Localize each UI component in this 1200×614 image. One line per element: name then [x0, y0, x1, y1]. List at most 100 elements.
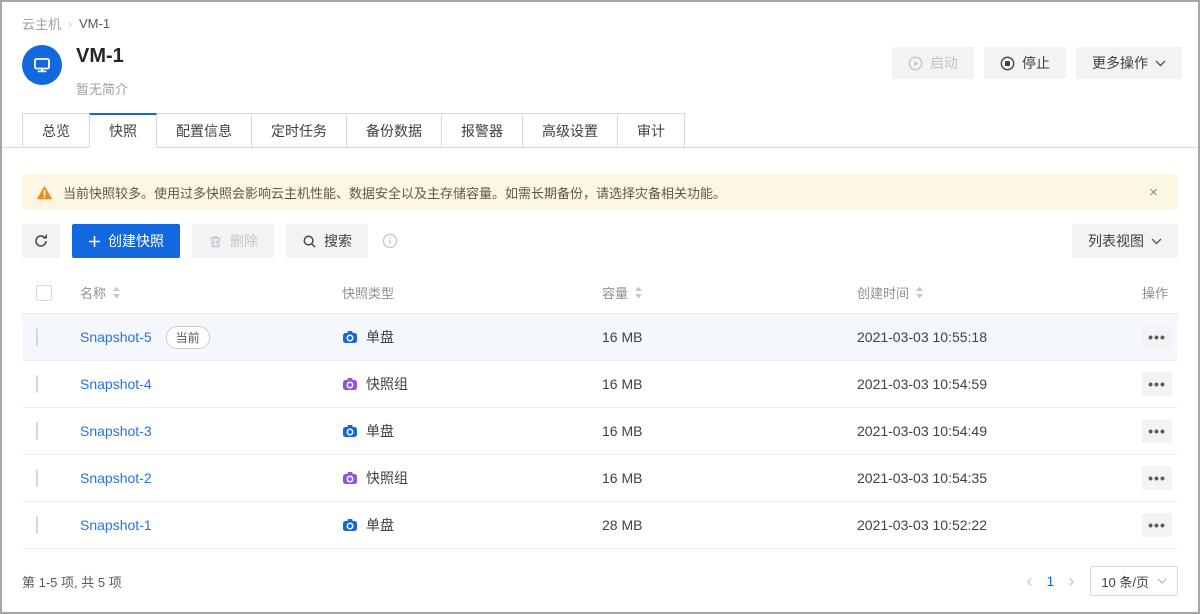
page-size-value: 10 条/页	[1101, 572, 1149, 591]
row-actions-menu-icon[interactable]: •••	[1142, 372, 1172, 396]
row-actions-menu-icon[interactable]: •••	[1142, 513, 1172, 537]
prev-page-icon[interactable]: ‹	[1027, 572, 1033, 590]
tab-alarms[interactable]: 报警器	[441, 113, 523, 148]
snapshot-size: 16 MB	[602, 329, 857, 345]
snapshot-link[interactable]: Snapshot-1	[80, 517, 152, 533]
sort-icon[interactable]	[112, 286, 121, 299]
row-checkbox-cell	[22, 470, 80, 486]
start-vm-label: 启动	[930, 53, 958, 73]
search-icon	[302, 234, 317, 249]
row-actions-cell: •••	[1142, 466, 1182, 490]
row-checkbox[interactable]	[36, 516, 38, 534]
breadcrumb-vm-list[interactable]: 云主机	[22, 14, 61, 33]
snapshot-created: 2021-03-03 10:54:49	[857, 423, 1142, 439]
page-size-select[interactable]: 10 条/页	[1090, 566, 1178, 596]
snapshot-type-label: 单盘	[366, 421, 394, 441]
tab-configuration[interactable]: 配置信息	[156, 113, 252, 148]
delete-snapshot-button[interactable]: 删除	[192, 224, 274, 258]
table-row: Snapshot-3 单盘 16 MB 2021-03-03 10:54:49 …	[22, 408, 1178, 455]
table-header-row: 名称 快照类型 容量 创建时间 操作	[22, 272, 1178, 314]
snapshot-type-label: 单盘	[366, 515, 394, 535]
table-row: Snapshot-5 当前 单盘 16 MB 2021-03-03 10:55:…	[22, 314, 1178, 361]
column-created[interactable]: 创建时间	[857, 283, 1142, 302]
sort-icon[interactable]	[634, 286, 643, 299]
row-checkbox[interactable]	[36, 375, 38, 393]
tab-audit[interactable]: 审计	[617, 113, 685, 148]
current-badge: 当前	[166, 326, 210, 349]
row-checkbox[interactable]	[36, 422, 38, 440]
row-checkbox-cell	[22, 329, 80, 345]
snapshot-toolbar: 创建快照 删除 搜索	[22, 224, 1178, 258]
info-icon[interactable]	[382, 233, 398, 249]
column-name[interactable]: 名称	[80, 283, 342, 302]
tab-snapshots-label: 快照	[109, 121, 137, 141]
tab-overview-label: 总览	[42, 121, 70, 141]
stop-vm-button[interactable]: 停止	[984, 47, 1066, 79]
refresh-button[interactable]	[22, 224, 60, 258]
snapshot-link[interactable]: Snapshot-3	[80, 423, 152, 439]
start-vm-button[interactable]: 启动	[892, 47, 974, 79]
camera-single-disk-icon	[342, 517, 358, 533]
header-actions: 启动 停止 更多操作	[892, 47, 1182, 79]
items-summary: 第 1-5 项, 共 5 项	[22, 572, 122, 591]
snapshot-created: 2021-03-03 10:55:18	[857, 329, 1142, 345]
header-checkbox-cell	[22, 285, 80, 301]
tab-snapshots[interactable]: 快照	[89, 113, 157, 148]
more-actions-label: 更多操作	[1092, 53, 1148, 73]
sort-icon[interactable]	[915, 286, 924, 299]
tab-alarms-label: 报警器	[461, 121, 503, 141]
column-type: 快照类型	[342, 283, 602, 302]
delete-snapshot-label: 删除	[230, 231, 258, 251]
create-snapshot-label: 创建快照	[108, 231, 164, 251]
title-block: VM-1 暂无简介	[76, 43, 128, 98]
chevron-down-icon	[1151, 238, 1162, 245]
snapshot-link[interactable]: Snapshot-2	[80, 470, 152, 486]
column-created-label: 创建时间	[857, 283, 909, 302]
row-actions-menu-icon[interactable]: •••	[1142, 325, 1172, 349]
tab-scheduled-tasks[interactable]: 定时任务	[251, 113, 347, 148]
close-warning-icon[interactable]: ×	[1143, 184, 1164, 201]
search-label: 搜索	[324, 231, 352, 251]
view-mode-dropdown[interactable]: 列表视图	[1072, 224, 1178, 258]
tab-overview[interactable]: 总览	[22, 113, 90, 148]
search-button[interactable]: 搜索	[286, 224, 368, 258]
vm-detail-page: 云主机 › VM-1 VM-1 暂无简介	[0, 0, 1200, 614]
vm-monitor-icon	[22, 45, 62, 85]
select-all-checkbox[interactable]	[36, 285, 52, 301]
plus-icon	[88, 235, 101, 248]
row-checkbox[interactable]	[36, 469, 38, 487]
snapshot-size: 16 MB	[602, 470, 857, 486]
pagination: ‹ 1 ›	[1027, 572, 1075, 590]
snapshot-link[interactable]: Snapshot-4	[80, 376, 152, 392]
view-mode-label: 列表视图	[1088, 231, 1144, 251]
row-checkbox-cell	[22, 376, 80, 392]
tab-scheduled-tasks-label: 定时任务	[271, 121, 327, 141]
next-page-icon[interactable]: ›	[1068, 572, 1074, 590]
column-actions: 操作	[1142, 283, 1178, 302]
row-actions-cell: •••	[1142, 513, 1182, 537]
page-header: VM-1 暂无简介 启动	[2, 33, 1198, 98]
breadcrumb-current: VM-1	[79, 16, 110, 31]
table-footer: 第 1-5 项, 共 5 项 ‹ 1 › 10 条/页	[22, 549, 1178, 596]
tab-backup-data[interactable]: 备份数据	[346, 113, 442, 148]
row-actions-menu-icon[interactable]: •••	[1142, 466, 1172, 490]
tab-advanced-settings[interactable]: 高级设置	[522, 113, 618, 148]
breadcrumb-separator-icon: ›	[68, 17, 72, 31]
row-actions-menu-icon[interactable]: •••	[1142, 419, 1172, 443]
column-size[interactable]: 容量	[602, 283, 857, 302]
warning-text: 当前快照较多。使用过多快照会影响云主机性能、数据安全以及主存储容量。如需长期备份…	[63, 183, 1133, 202]
snapshot-size: 16 MB	[602, 423, 857, 439]
more-actions-button[interactable]: 更多操作	[1076, 47, 1182, 79]
snapshot-link[interactable]: Snapshot-5	[80, 329, 152, 345]
row-checkbox-cell	[22, 423, 80, 439]
row-actions-cell: •••	[1142, 419, 1182, 443]
snapshot-type-cell: 单盘	[342, 515, 602, 535]
column-size-label: 容量	[602, 283, 628, 302]
row-checkbox[interactable]	[36, 328, 38, 346]
refresh-icon	[33, 233, 49, 249]
column-actions-label: 操作	[1142, 283, 1168, 302]
snapshot-size: 28 MB	[602, 517, 857, 533]
snapshot-warning-banner: 当前快照较多。使用过多快照会影响云主机性能、数据安全以及主存储容量。如需长期备份…	[22, 174, 1178, 210]
snapshot-type-cell: 单盘	[342, 421, 602, 441]
create-snapshot-button[interactable]: 创建快照	[72, 224, 180, 258]
